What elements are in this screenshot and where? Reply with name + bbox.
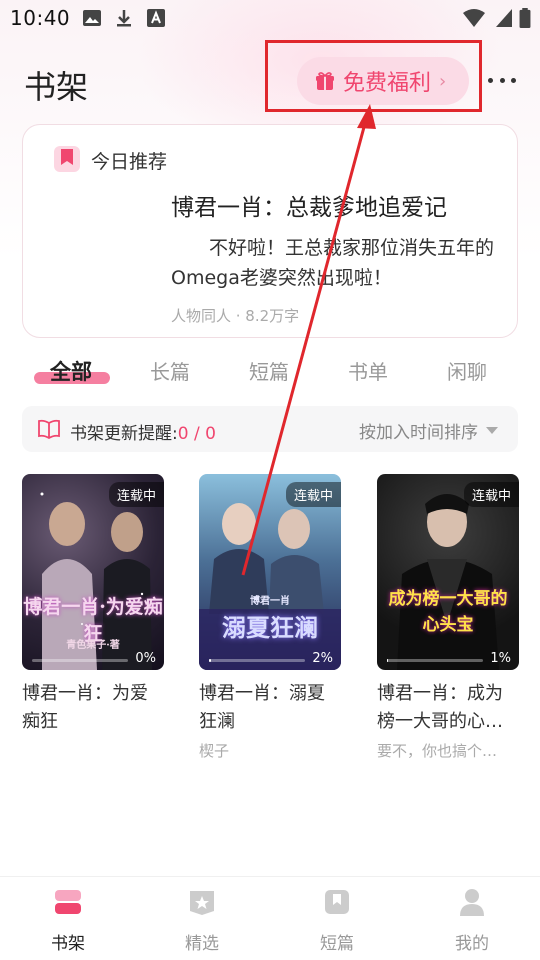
book-title[interactable]: 博君一肖：成为榜一大哥的心… bbox=[377, 680, 519, 736]
sort-dropdown[interactable]: 按加入时间排序 bbox=[359, 418, 498, 443]
more-options-button[interactable] bbox=[488, 74, 516, 86]
battery-icon bbox=[519, 8, 531, 28]
page-title: 书架 bbox=[24, 68, 89, 106]
cover-author-art: 青色果子·著 bbox=[66, 640, 120, 651]
reading-progress-bar bbox=[209, 659, 305, 662]
tab-all[interactable]: 全部 bbox=[50, 356, 92, 386]
reading-progress-percent: 0% bbox=[135, 651, 156, 666]
reading-progress-percent: 1% bbox=[490, 651, 511, 666]
cover-author-art: 博君一肖 bbox=[250, 596, 290, 607]
bookmark-book-icon bbox=[54, 146, 80, 172]
serial-status-badge: 连载中 bbox=[108, 482, 164, 507]
dot-icon bbox=[499, 77, 505, 83]
annotation-highlight-box bbox=[265, 40, 482, 112]
nav-label: 书架 bbox=[51, 934, 85, 954]
signal-icon bbox=[496, 9, 512, 27]
nav-short[interactable]: 短篇 bbox=[287, 887, 387, 954]
reading-progress-fill bbox=[209, 659, 211, 662]
nav-label: 短篇 bbox=[320, 934, 354, 954]
download-icon bbox=[117, 10, 131, 27]
shelf-update-bar: 书架更新提醒:0 / 0 按加入时间排序 bbox=[22, 406, 518, 452]
bottom-nav: 书架 精选 短篇 我的 bbox=[0, 876, 540, 960]
tab-long[interactable]: 长篇 bbox=[150, 356, 190, 385]
recommend-book-title: 博君一肖：总裁爹地追爱记 bbox=[171, 195, 447, 221]
status-time: 10:40 bbox=[10, 6, 71, 30]
dot-icon bbox=[511, 77, 516, 83]
star-icon bbox=[190, 891, 214, 915]
reading-progress-bar bbox=[387, 659, 483, 662]
book-title[interactable]: 博君一肖：为爱痴狂 bbox=[22, 680, 164, 736]
book-cover[interactable]: 连载中 博君一肖·为爱痴狂 青色果子·著 0% bbox=[22, 474, 164, 670]
sort-label: 按加入时间排序 bbox=[359, 423, 478, 443]
book-card[interactable]: 连载中 博君一肖 溺夏狂澜 2% 博君一肖：溺夏狂澜 楔子 bbox=[199, 474, 341, 761]
reading-progress-percent: 2% bbox=[312, 651, 333, 666]
book-card[interactable]: 连载中 成为榜一大哥的心头宝 1% 博君一肖：成为榜一大哥的心… 要不，你也搞个… bbox=[377, 474, 519, 761]
font-icon bbox=[147, 9, 165, 27]
nav-profile[interactable]: 我的 bbox=[422, 887, 522, 954]
book-subtitle: 楔子 bbox=[199, 742, 230, 760]
book-card[interactable]: 连载中 博君一肖·为爱痴狂 青色果子·著 0% 博君一肖：为爱痴狂 bbox=[22, 474, 164, 740]
shelf-update-text: 书架更新提醒: bbox=[70, 424, 178, 444]
dot-icon bbox=[488, 77, 493, 83]
open-book-icon bbox=[38, 419, 60, 439]
cover-title-art: 溺夏狂澜 bbox=[222, 613, 318, 642]
book-cover[interactable]: 连载中 博君一肖 溺夏狂澜 2% bbox=[199, 474, 341, 670]
reading-progress-bar bbox=[32, 659, 128, 662]
image-icon bbox=[83, 10, 101, 26]
shelf-update-count: 0 / 0 bbox=[177, 424, 216, 444]
nav-label: 我的 bbox=[455, 934, 489, 954]
reading-progress-fill bbox=[387, 659, 388, 662]
book-title[interactable]: 博君一肖：溺夏狂澜 bbox=[199, 680, 341, 736]
recommend-heading: 今日推荐 bbox=[91, 151, 168, 173]
user-icon bbox=[460, 889, 484, 916]
recommend-meta: 人物同人 · 8.2万字 bbox=[171, 307, 300, 325]
nav-bookshelf[interactable]: 书架 bbox=[18, 887, 118, 954]
book-subtitle: 要不，你也搞个… bbox=[377, 742, 498, 760]
caret-down-icon bbox=[486, 427, 498, 434]
shelf-update-label: 书架更新提醒:0 / 0 bbox=[70, 419, 216, 444]
recommend-description: 不好啦！王总裁家那位消失五年的Omega老婆突然出现啦！ bbox=[171, 237, 495, 289]
nav-label: 精选 bbox=[185, 934, 219, 954]
tab-booklist[interactable]: 书单 bbox=[348, 356, 388, 385]
tab-chat[interactable]: 闲聊 bbox=[447, 356, 487, 385]
book-cover[interactable]: 连载中 成为榜一大哥的心头宝 1% bbox=[377, 474, 519, 670]
recommend-card[interactable]: 今日推荐 博君一肖：总裁爹地追爱记 不好啦！王总裁家那位消失五年的Omega老婆… bbox=[22, 124, 518, 338]
bookshelf-icon bbox=[55, 890, 81, 914]
status-bar: 10:40 bbox=[0, 0, 540, 36]
nav-featured[interactable]: 精选 bbox=[152, 887, 252, 954]
serial-status-badge: 连载中 bbox=[463, 482, 519, 507]
tab-short[interactable]: 短篇 bbox=[249, 356, 289, 385]
wifi-icon bbox=[463, 9, 485, 27]
cover-title-art: 成为榜一大哥的心头宝 bbox=[388, 589, 508, 635]
book-icon bbox=[325, 890, 349, 914]
category-tabs: 全部 长篇 短篇 书单 闲聊 bbox=[0, 352, 540, 392]
serial-status-badge: 连载中 bbox=[285, 482, 341, 507]
